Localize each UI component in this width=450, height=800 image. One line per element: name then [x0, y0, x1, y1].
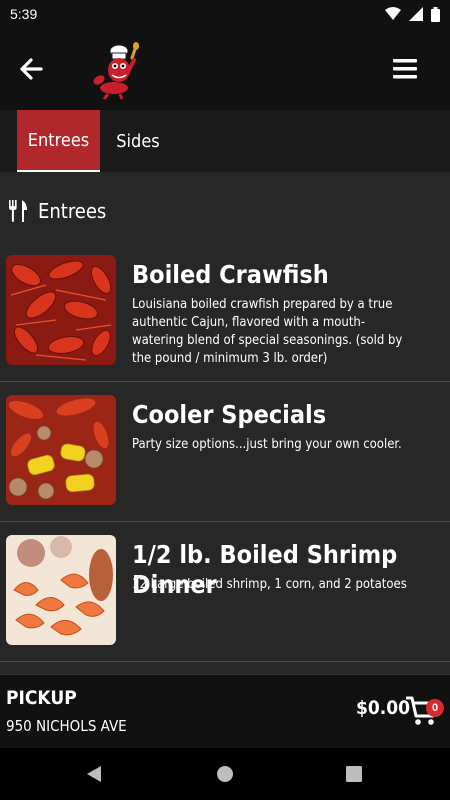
nav-recents-button[interactable]: [342, 762, 366, 786]
menu-item[interactable]: Cooler Specials Party size options...jus…: [0, 382, 450, 522]
item-description: 12 Large boiled shrimp, 1 corn, and 2 po…: [132, 577, 407, 592]
nav-home-button[interactable]: [213, 762, 237, 786]
tab-sides[interactable]: Sides: [100, 110, 176, 172]
signal-icon: [409, 7, 423, 21]
category-tabs: Entrees Sides: [0, 110, 450, 172]
status-icons: [385, 6, 440, 22]
item-name: Cooler Specials: [132, 400, 327, 429]
status-bar: 5:39: [0, 0, 450, 28]
square-recents-icon: [346, 766, 362, 782]
section-header: Entrees: [0, 172, 450, 250]
crawfish-corn-potatoes-photo: [6, 395, 116, 505]
menu-button[interactable]: [388, 52, 422, 86]
cart-total: $0.00: [356, 697, 411, 719]
pickup-address[interactable]: 950 NICHOLS AVE: [6, 717, 127, 735]
crawfish-chef-logo: [92, 42, 142, 100]
item-name: Boiled Crawfish: [132, 260, 329, 289]
system-nav-bar: [0, 748, 450, 800]
cart-count-badge: 0: [426, 699, 444, 717]
item-description: Louisiana boiled crawfish prepared by a …: [132, 297, 403, 366]
battery-icon: [431, 6, 440, 22]
back-button[interactable]: [14, 52, 48, 86]
shrimp-dinner-photo: [6, 535, 116, 645]
wifi-icon: [385, 7, 401, 20]
arrow-left-icon: [20, 58, 43, 80]
hamburger-menu-icon: [393, 59, 417, 79]
crawfish-photo: [6, 255, 116, 365]
item-description: Party size options...just bring your own…: [132, 437, 402, 452]
circle-home-icon: [217, 766, 233, 782]
pickup-label[interactable]: PICKUP: [6, 687, 77, 709]
status-time: 5:39: [10, 6, 38, 22]
menu-item[interactable]: 1/2 lb. Boiled Shrimp Dinner 12 Large bo…: [0, 522, 450, 662]
tab-entrees[interactable]: Entrees: [17, 110, 100, 172]
triangle-back-icon: [87, 766, 101, 782]
menu-item[interactable]: Boiled Crawfish Louisiana boiled crawfis…: [0, 242, 450, 382]
section-title: Entrees: [38, 199, 107, 223]
utensils-icon: [9, 200, 27, 222]
app-bar: [0, 28, 450, 110]
nav-back-button[interactable]: [82, 762, 106, 786]
order-bar: PICKUP 950 NICHOLS AVE $0.00 0: [0, 674, 450, 748]
cart-button[interactable]: 0: [405, 695, 444, 729]
